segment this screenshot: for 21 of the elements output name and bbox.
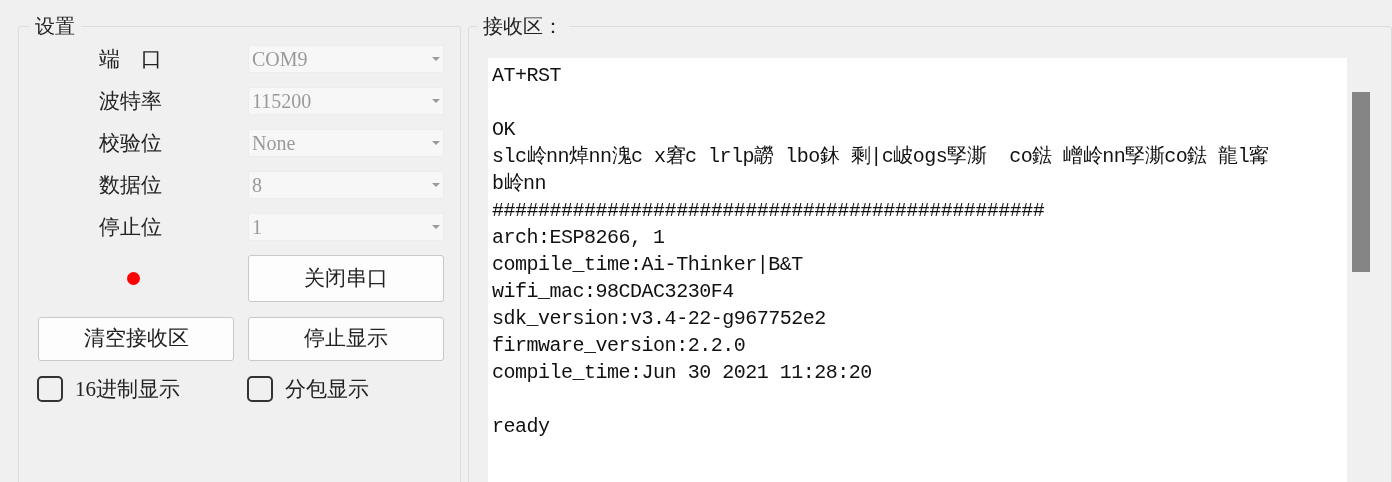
- field-label: 校验位: [98, 130, 163, 157]
- close-port-button[interactable]: 关闭串口: [248, 255, 444, 302]
- receive-text: AT+RST OK slc岭nn焯nn溾c x窘c lrlp髝 lbo鈢 剩|c岥ogs孯澌 co鍅 嶒岭nn孯澌co鍅 龍l寗 b岭nn ################################################ arch:ESP8266, 1 compile_time:Ai-Thinker|B&T wifi_mac:98CDAC3230F4 sdk_version:v3.4-22-g967752e2 firmware_version:2.2.0 compile_time:Jun 30 2021 11:28:20 ready: [491, 63, 1270, 440]
- checkbox[interactable]: [37, 376, 63, 402]
- checkbox[interactable]: [247, 376, 273, 402]
- action-button[interactable]: 清空接收区: [38, 317, 234, 361]
- group-title: 设置: [29, 13, 81, 39]
- scrollbar-thumb[interactable]: [1352, 92, 1371, 272]
- field-label: 数据位: [98, 172, 163, 199]
- field-label: 波特率: [98, 88, 163, 115]
- caret-icon: [432, 183, 440, 187]
- checkbox-label[interactable]: 分包显示: [285, 375, 369, 403]
- group-title: 接收区：: [477, 13, 570, 39]
- checkbox-label[interactable]: 16进制显示: [75, 375, 180, 403]
- caret-icon: [432, 225, 440, 229]
- caret-icon: [432, 99, 440, 103]
- action-button[interactable]: 停止显示: [248, 317, 444, 361]
- field-label: 停止位: [98, 214, 163, 241]
- caret-icon: [432, 57, 440, 61]
- field-label: 端 口: [98, 46, 163, 73]
- caret-icon: [432, 141, 440, 145]
